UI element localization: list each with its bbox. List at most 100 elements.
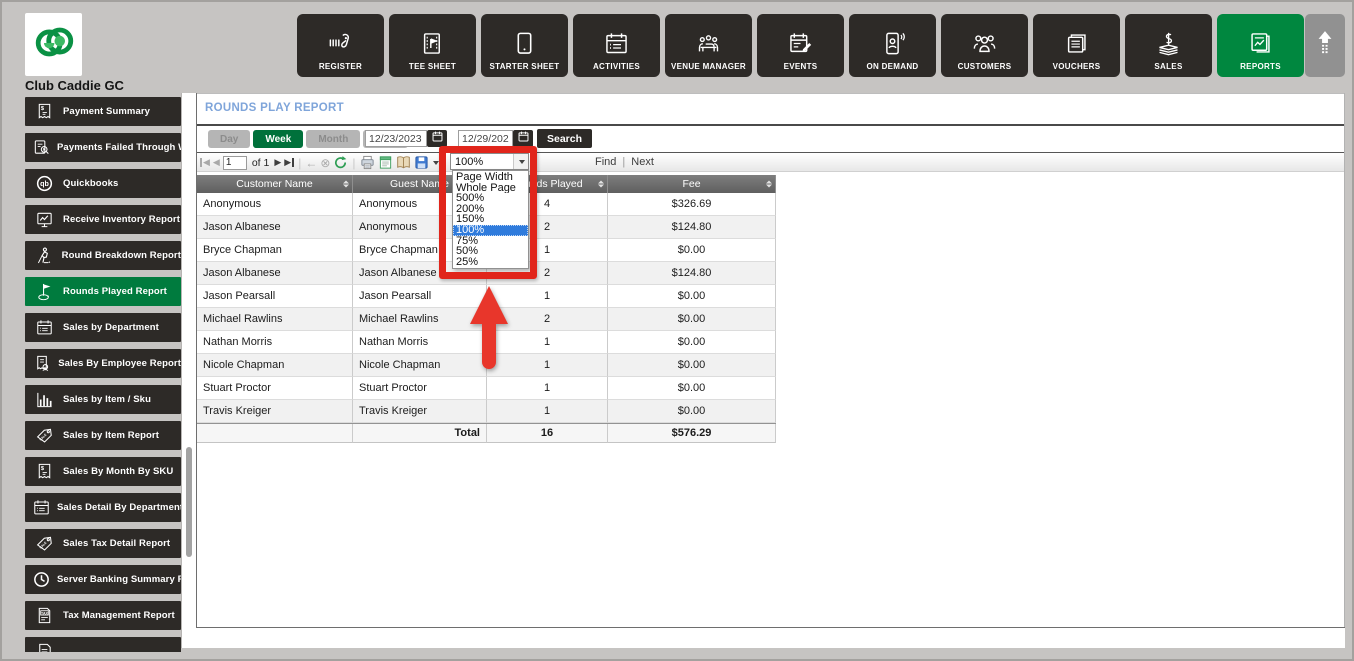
page-setup-button[interactable] bbox=[396, 155, 411, 170]
nav-on-demand-button[interactable]: ON DEMAND bbox=[849, 14, 936, 77]
total-rounds: 16 bbox=[487, 424, 608, 443]
nav-customers-button[interactable]: CUSTOMERS bbox=[941, 14, 1028, 77]
sidebar-item-sales-detail-by-department[interactable]: Sales Detail By Department bbox=[25, 493, 181, 522]
sidebar-item-rounds-played-report[interactable]: Rounds Played Report bbox=[25, 277, 181, 306]
panel-border-top bbox=[197, 93, 1345, 94]
previous-page-button[interactable]: ◀ bbox=[213, 158, 220, 167]
nav-button-label: REGISTER bbox=[318, 62, 363, 71]
sidebar-item-payment-summary[interactable]: $ Payment Summary bbox=[25, 97, 181, 126]
zoom-option-page-width[interactable]: Page Width bbox=[453, 172, 528, 183]
customer-name-cell: Bryce Chapman bbox=[197, 239, 353, 262]
zoom-option-50-[interactable]: 50% bbox=[453, 246, 528, 257]
fee-cell: $0.00 bbox=[608, 308, 776, 331]
nav-reports-button[interactable]: REPORTS bbox=[1217, 14, 1304, 77]
zoom-option-75-[interactable]: 75% bbox=[453, 236, 528, 247]
total-empty-cell bbox=[197, 424, 353, 443]
nav-register-button[interactable]: REGISTER bbox=[297, 14, 384, 77]
nav-tee-sheet-button[interactable]: TEE SHEET bbox=[389, 14, 476, 77]
sidebar-scrollbar-thumb[interactable] bbox=[186, 447, 192, 557]
export-button[interactable] bbox=[414, 155, 429, 170]
first-page-button[interactable]: ◀ bbox=[200, 158, 210, 167]
sidebar-report-list: $ Payment Summary Payments Failed Through … bbox=[25, 97, 181, 652]
calendar-list-icon bbox=[603, 25, 630, 61]
zoom-option-500-[interactable]: 500% bbox=[453, 193, 528, 204]
sidebar-item-quickbooks[interactable]: qb Quickbooks bbox=[25, 169, 181, 198]
guest-name-cell: Stuart Proctor bbox=[353, 377, 487, 400]
tee-sheet-icon bbox=[419, 25, 446, 61]
start-date-calendar-button[interactable] bbox=[427, 130, 447, 147]
sidebar-item-tax-management-report[interactable]: TAX Tax Management Report bbox=[25, 601, 181, 630]
document-icon bbox=[32, 642, 57, 652]
calendar-list-icon bbox=[32, 498, 51, 517]
sidebar-item-server-banking-summary-report[interactable]: Server Banking Summary Report bbox=[25, 565, 181, 594]
customer-name-cell: Nicole Chapman bbox=[197, 354, 353, 377]
export-dropdown-caret[interactable] bbox=[432, 160, 439, 165]
column-header-customer-name[interactable]: Customer Name bbox=[197, 175, 353, 193]
sidebar-item-sales-by-item-sku[interactable]: Sales by Item / Sku bbox=[25, 385, 181, 414]
nav-button-label: TEE SHEET bbox=[408, 62, 457, 71]
next-link[interactable]: Next bbox=[631, 156, 654, 168]
search-button[interactable]: Search bbox=[537, 129, 592, 148]
total-fee: $576.29 bbox=[608, 424, 776, 443]
nav-vouchers-button[interactable]: VOUCHERS bbox=[1033, 14, 1120, 77]
zoom-select[interactable]: 100% bbox=[450, 153, 529, 170]
app-name: Club Caddie GC bbox=[25, 78, 124, 93]
print-button[interactable] bbox=[360, 155, 375, 170]
sidebar-item-partial[interactable] bbox=[25, 637, 181, 652]
range-button-week[interactable]: Week bbox=[253, 130, 304, 148]
column-header-label: Customer Name bbox=[236, 178, 313, 190]
guest-name-cell: Travis Kreiger bbox=[353, 400, 487, 423]
end-date-input[interactable] bbox=[458, 130, 513, 147]
calendar-icon bbox=[431, 130, 444, 148]
range-button-day[interactable]: Day bbox=[208, 130, 251, 148]
fee-cell: $0.00 bbox=[608, 354, 776, 377]
nav-button-label: CUSTOMERS bbox=[957, 62, 1012, 71]
nav-button-label: VOUCHERS bbox=[1052, 62, 1101, 71]
svg-text:TAX: TAX bbox=[41, 611, 49, 615]
refresh-button[interactable] bbox=[333, 155, 348, 170]
nav-venue-manager-button[interactable]: VENUE MANAGER bbox=[665, 14, 752, 77]
zoom-option-150-[interactable]: 150% bbox=[453, 214, 528, 225]
total-label: Total bbox=[353, 424, 487, 443]
next-page-button[interactable]: ▶ bbox=[274, 158, 281, 167]
sidebar-item-sales-tax-detail-report[interactable]: SALE Sales Tax Detail Report bbox=[25, 529, 181, 558]
fee-cell: $124.80 bbox=[608, 262, 776, 285]
nav-button-label: SALES bbox=[1154, 62, 1183, 71]
back-button[interactable]: ← bbox=[305, 157, 317, 169]
sidebar-item-sales-by-item-report[interactable]: SALE Sales by Item Report bbox=[25, 421, 181, 450]
panel-border-bottom bbox=[196, 627, 1345, 628]
zoom-option-200-[interactable]: 200% bbox=[453, 204, 528, 215]
sidebar-item-payments-failed-through-wallet[interactable]: Payments Failed Through Wallet bbox=[25, 133, 181, 162]
zoom-option-25-[interactable]: 25% bbox=[453, 257, 528, 268]
last-page-button[interactable]: ▶ bbox=[284, 158, 295, 167]
nav-activities-button[interactable]: ACTIVITIES bbox=[573, 14, 660, 77]
start-date-input[interactable] bbox=[365, 130, 427, 147]
sidebar-item-sales-by-employee-report[interactable]: Sales By Employee Report bbox=[25, 349, 181, 378]
nav-starter-sheet-button[interactable]: STARTER SHEET bbox=[481, 14, 568, 77]
column-header-fee[interactable]: Fee bbox=[608, 175, 776, 193]
end-date-calendar-button[interactable] bbox=[513, 130, 533, 147]
receipt-dollar-icon: $ bbox=[32, 102, 57, 121]
range-button-month[interactable]: Month bbox=[306, 130, 361, 148]
nav-button-label: STARTER SHEET bbox=[489, 62, 560, 71]
sidebar-item-receive-inventory-report[interactable]: Receive Inventory Report bbox=[25, 205, 181, 234]
clock-icon bbox=[32, 570, 51, 589]
top-nav: REGISTER TEE SHEET STARTER SHEET ACTIVITIES… bbox=[297, 14, 1304, 77]
sidebar-item-round-breakdown-report[interactable]: Round Breakdown Report bbox=[25, 241, 181, 270]
sidebar-item-sales-by-department[interactable]: Sales by Department bbox=[25, 313, 181, 342]
print-layout-button[interactable] bbox=[378, 155, 393, 170]
sidebar-item-sales-by-month-by-sku[interactable]: $ Sales By Month By SKU bbox=[25, 457, 181, 486]
customer-name-cell: Jason Albanese bbox=[197, 216, 353, 239]
find-next-separator: | bbox=[622, 156, 626, 168]
scroll-up-button[interactable] bbox=[1305, 14, 1345, 77]
zoom-dropdown-button[interactable] bbox=[513, 154, 528, 169]
nav-sales-button[interactable]: SALES bbox=[1125, 14, 1212, 77]
stop-button[interactable]: ⊗ bbox=[320, 157, 330, 169]
zoom-option-whole-page[interactable]: Whole Page bbox=[453, 183, 528, 194]
current-page-input[interactable] bbox=[222, 155, 247, 170]
find-link[interactable]: Find bbox=[595, 156, 616, 168]
nav-button-label: VENUE MANAGER bbox=[670, 62, 747, 71]
nav-events-button[interactable]: EVENTS bbox=[757, 14, 844, 77]
svg-text:qb: qb bbox=[40, 180, 49, 188]
zoom-option-100-[interactable]: 100% bbox=[453, 224, 528, 236]
